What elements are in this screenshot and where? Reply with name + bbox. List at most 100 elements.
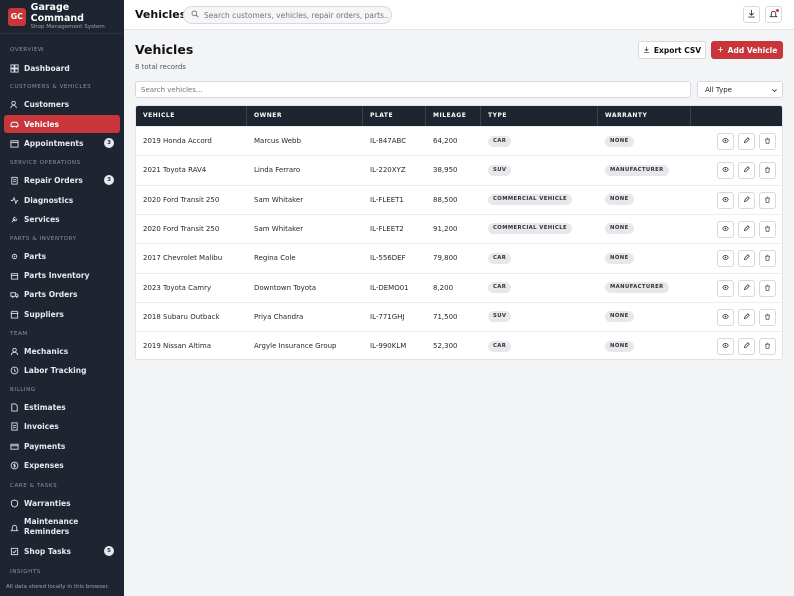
edit-vehicle-button[interactable]: [738, 220, 755, 238]
brand[interactable]: GC Garage Command Shop Management System: [0, 0, 124, 34]
table-row[interactable]: 2020 Ford Transit 250 Sam Whitaker IL-FLEE…: [136, 213, 782, 243]
sidebar-item-parts[interactable]: Parts: [4, 247, 120, 265]
sidebar-item-services[interactable]: Services: [4, 210, 120, 228]
type-cell: CAR: [481, 274, 598, 303]
eye-icon: [722, 342, 729, 351]
view-vehicle-button[interactable]: [717, 133, 734, 150]
delete-vehicle-button[interactable]: [759, 338, 776, 356]
table-row[interactable]: 2018 Subaru Outback Priya Chandra IL-771GH…: [136, 301, 782, 331]
edit-vehicle-button[interactable]: [738, 133, 755, 150]
column-header-mileage[interactable]: MILEAGE: [426, 106, 481, 126]
delete-vehicle-button[interactable]: [759, 308, 776, 326]
sidebar-item-suppliers[interactable]: Suppliers: [4, 305, 120, 323]
plate-cell: IL-DEMO01: [363, 274, 426, 303]
table-row[interactable]: 2019 Honda Accord Marcus Webb IL-847ABC 64,…: [136, 126, 782, 156]
edit-vehicle-button[interactable]: [738, 279, 755, 297]
brand-logo: GC: [8, 7, 26, 26]
table-row[interactable]: 2023 Toyota Camry Downtown Toyota IL-DEMO0…: [136, 272, 782, 303]
view-vehicle-button[interactable]: [717, 162, 734, 180]
column-header-warranty[interactable]: WARRANTY: [598, 106, 691, 126]
table-row[interactable]: 2021 Toyota RAV4 Linda Ferraro IL-220XYZ 38…: [136, 155, 782, 184]
export-csv-button[interactable]: Export CSV: [638, 41, 706, 59]
delete-vehicle-button[interactable]: [759, 250, 776, 268]
view-vehicle-button[interactable]: [717, 220, 734, 238]
edit-vehicle-button[interactable]: [738, 162, 755, 180]
plate-value: IL-DEMO01: [370, 283, 409, 292]
view-vehicle-button[interactable]: [717, 338, 734, 356]
plate-cell: IL-847ABC: [363, 127, 426, 156]
sidebar-item-parts-orders[interactable]: Parts Orders: [4, 285, 120, 303]
sidebar-item-maintenance-reminders[interactable]: Maintenance Reminders: [4, 516, 120, 538]
wrench-icon: [10, 215, 19, 224]
sidebar-item-customers[interactable]: Customers: [4, 95, 120, 113]
warranty-cell: NONE: [598, 186, 691, 215]
sidebar-item-diagnostics[interactable]: Diagnostics: [4, 191, 120, 209]
sidebar-item-vehicles[interactable]: Vehicles: [4, 115, 120, 133]
type-cell: CAR: [481, 127, 598, 156]
sidebar-item-labor-tracking[interactable]: Labor Tracking: [4, 361, 120, 379]
section-billing: BILLING: [10, 387, 36, 393]
warranty-badge: NONE: [605, 340, 634, 352]
table-row[interactable]: 2020 Ford Transit 250 Sam Whitaker IL-FLEE…: [136, 184, 782, 215]
view-vehicle-button[interactable]: [717, 191, 734, 209]
owner-cell: Marcus Webb: [247, 127, 363, 156]
eye-icon: [722, 196, 729, 205]
sidebar-item-warranties[interactable]: Warranties: [4, 494, 120, 512]
type-badge: COMMERCIAL VEHICLE: [488, 194, 573, 206]
vehicle-search-input[interactable]: [135, 81, 691, 98]
edit-vehicle-button[interactable]: [738, 250, 755, 268]
person-icon: [10, 347, 19, 356]
delete-vehicle-button[interactable]: [759, 162, 776, 180]
view-vehicle-button[interactable]: [717, 279, 734, 297]
owner-value: Marcus Webb: [254, 137, 301, 145]
vehicle-value: 2020 Ford Transit 250: [143, 195, 220, 204]
sidebar-item-repair-orders[interactable]: Repair Orders 3: [4, 171, 120, 189]
global-search-input[interactable]: [204, 10, 389, 20]
sidebar-item-mechanics[interactable]: Mechanics: [4, 342, 120, 360]
delete-vehicle-button[interactable]: [759, 279, 776, 297]
add-vehicle-button[interactable]: Add Vehicle: [711, 41, 783, 59]
notifications-button[interactable]: [765, 6, 782, 23]
sidebar-item-appointments[interactable]: Appointments 3: [4, 134, 120, 152]
download-button[interactable]: [743, 6, 760, 23]
warranty-badge: MANUFACTURER: [605, 282, 669, 293]
checklist-icon: [10, 547, 19, 556]
store-icon: [10, 310, 19, 319]
warranty-badge: NONE: [605, 135, 634, 147]
delete-vehicle-button[interactable]: [759, 133, 776, 150]
edit-vehicle-button[interactable]: [738, 338, 755, 356]
edit-vehicle-button[interactable]: [738, 308, 755, 326]
edit-vehicle-button[interactable]: [738, 191, 755, 209]
type-filter-select[interactable]: All Type: [697, 81, 783, 98]
column-header-plate[interactable]: PLATE: [363, 106, 426, 126]
delete-vehicle-button[interactable]: [759, 191, 776, 209]
column-header-type[interactable]: TYPE: [481, 106, 598, 126]
sidebar-item-expenses[interactable]: Expenses: [4, 456, 120, 474]
sidebar-item-payments[interactable]: Payments: [4, 437, 120, 455]
add-vehicle-label: Add Vehicle: [727, 45, 778, 55]
delete-vehicle-button[interactable]: [759, 220, 776, 238]
sidebar-item-shop-tasks[interactable]: Shop Tasks 5: [4, 542, 120, 560]
warranty-badge: NONE: [605, 194, 634, 206]
table-header: VEHICLE OWNER PLATE MILEAGE TYPE WARRANT…: [136, 106, 782, 126]
calendar-icon: [10, 139, 19, 148]
global-search[interactable]: [183, 6, 392, 24]
view-vehicle-button[interactable]: [717, 250, 734, 268]
mileage-cell: 88,500: [426, 186, 481, 215]
sidebar-item-label: Expenses: [24, 460, 64, 470]
sidebar-item-estimates[interactable]: Estimates: [4, 398, 120, 416]
sidebar-item-invoices[interactable]: Invoices: [4, 417, 120, 435]
document-icon: [10, 402, 19, 412]
table-row[interactable]: 2017 Chevrolet Malibu Regina Cole IL-556DE…: [136, 243, 782, 272]
table-row[interactable]: 2019 Nissan Altima Argyle Insurance Group…: [136, 331, 782, 359]
sidebar-item-dashboard[interactable]: Dashboard: [4, 59, 120, 77]
invoice-icon: [10, 421, 19, 431]
column-header-owner[interactable]: OWNER: [247, 106, 363, 126]
type-badge: COMMERCIAL VEHICLE: [488, 223, 573, 235]
view-vehicle-button[interactable]: [717, 308, 734, 326]
sidebar-item-parts-inventory[interactable]: Parts Inventory: [4, 266, 120, 284]
warranty-cell: NONE: [598, 332, 691, 359]
eye-icon: [722, 254, 729, 263]
column-header-vehicle[interactable]: VEHICLE: [136, 106, 247, 126]
sidebar-item-label: Estimates: [24, 402, 66, 412]
